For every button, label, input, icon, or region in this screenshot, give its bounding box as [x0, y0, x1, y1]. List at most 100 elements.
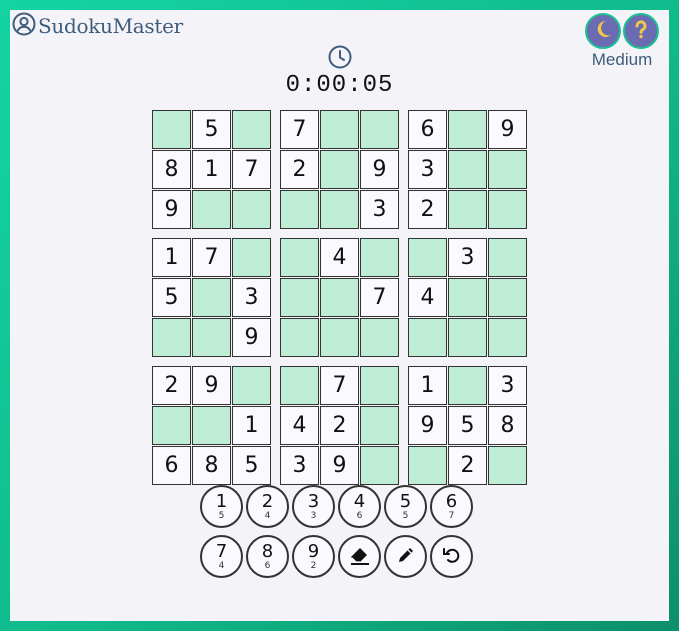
sudoku-cell-r1c1[interactable]: [152, 110, 191, 149]
sudoku-cell-r4c6[interactable]: [360, 238, 399, 277]
eraser-icon: [349, 545, 371, 569]
sudoku-cell-r9c7[interactable]: [408, 446, 447, 485]
sudoku-cell-r8c8[interactable]: 5: [448, 406, 487, 445]
digit-button-6[interactable]: 67: [430, 485, 473, 528]
sudoku-cell-r2c8[interactable]: [448, 150, 487, 189]
sudoku-cell-r4c7[interactable]: [408, 238, 447, 277]
undo-button[interactable]: [430, 535, 473, 578]
sudoku-cell-r7c1[interactable]: 2: [152, 366, 191, 405]
sudoku-cell-r3c6[interactable]: 3: [360, 190, 399, 229]
digit-button-3[interactable]: 33: [292, 485, 335, 528]
erase-button[interactable]: [338, 535, 381, 578]
digit-button-9[interactable]: 92: [292, 535, 335, 578]
pencil-button[interactable]: [384, 535, 427, 578]
brand[interactable]: SudokuMaster: [12, 12, 183, 40]
sudoku-cell-r9c3[interactable]: 5: [232, 446, 271, 485]
sudoku-cell-r5c9[interactable]: [488, 278, 527, 317]
digit-button-2[interactable]: 24: [246, 485, 289, 528]
sudoku-cell-r5c7[interactable]: 4: [408, 278, 447, 317]
sudoku-cell-r2c1[interactable]: 8: [152, 150, 191, 189]
sudoku-cell-r2c4[interactable]: 2: [280, 150, 319, 189]
sudoku-cell-r4c3[interactable]: [232, 238, 271, 277]
sudoku-cell-r6c7[interactable]: [408, 318, 447, 357]
sudoku-cell-r7c9[interactable]: 3: [488, 366, 527, 405]
sudoku-cell-r8c3[interactable]: 1: [232, 406, 271, 445]
digit-button-1[interactable]: 15: [200, 485, 243, 528]
sudoku-cell-r5c2[interactable]: [192, 278, 231, 317]
sudoku-cell-r9c2[interactable]: 8: [192, 446, 231, 485]
sudoku-cell-r3c5[interactable]: [320, 190, 359, 229]
sudoku-cell-r9c1[interactable]: 6: [152, 446, 191, 485]
sudoku-cell-r1c4[interactable]: 7: [280, 110, 319, 149]
sudoku-cell-r8c1[interactable]: [152, 406, 191, 445]
sudoku-cell-r3c1[interactable]: 9: [152, 190, 191, 229]
sudoku-cell-r1c7[interactable]: 6: [408, 110, 447, 149]
sudoku-cell-r1c3[interactable]: [232, 110, 271, 149]
sudoku-cell-r6c4[interactable]: [280, 318, 319, 357]
sudoku-cell-r3c9[interactable]: [488, 190, 527, 229]
sudoku-cell-r9c8[interactable]: 2: [448, 446, 487, 485]
sudoku-cell-r7c8[interactable]: [448, 366, 487, 405]
digit-label: 9: [307, 540, 320, 562]
sudoku-cell-r2c6[interactable]: 9: [360, 150, 399, 189]
timer-area: 0:00:05: [10, 44, 669, 99]
sudoku-cell-r4c5[interactable]: 4: [320, 238, 359, 277]
digit-button-8[interactable]: 86: [246, 535, 289, 578]
sudoku-cell-r5c8[interactable]: [448, 278, 487, 317]
sudoku-cell-r3c4[interactable]: [280, 190, 319, 229]
sudoku-cell-r7c6[interactable]: [360, 366, 399, 405]
user-circle-icon[interactable]: [12, 12, 36, 40]
sudoku-cell-r7c2[interactable]: 9: [192, 366, 231, 405]
sudoku-cell-r3c8[interactable]: [448, 190, 487, 229]
sudoku-cell-r8c4[interactable]: 4: [280, 406, 319, 445]
sudoku-cell-r2c9[interactable]: [488, 150, 527, 189]
sudoku-cell-r7c5[interactable]: 7: [320, 366, 359, 405]
sudoku-cell-r4c1[interactable]: 1: [152, 238, 191, 277]
sudoku-cell-r1c9[interactable]: 9: [488, 110, 527, 149]
digit-button-4[interactable]: 46: [338, 485, 381, 528]
digit-label: 1: [215, 490, 228, 512]
sudoku-cell-r5c3[interactable]: 3: [232, 278, 271, 317]
sudoku-cell-r2c7[interactable]: 3: [408, 150, 447, 189]
sudoku-cell-r5c4[interactable]: [280, 278, 319, 317]
sudoku-cell-r2c3[interactable]: 7: [232, 150, 271, 189]
sudoku-cell-r6c1[interactable]: [152, 318, 191, 357]
sudoku-cell-r3c3[interactable]: [232, 190, 271, 229]
sudoku-cell-r6c6[interactable]: [360, 318, 399, 357]
sudoku-cell-r5c5[interactable]: [320, 278, 359, 317]
sudoku-cell-r8c5[interactable]: 2: [320, 406, 359, 445]
sudoku-cell-r6c9[interactable]: [488, 318, 527, 357]
sudoku-cell-r7c7[interactable]: 1: [408, 366, 447, 405]
sudoku-cell-r9c4[interactable]: 3: [280, 446, 319, 485]
sudoku-cell-r9c5[interactable]: 9: [320, 446, 359, 485]
sudoku-cell-r1c2[interactable]: 5: [192, 110, 231, 149]
sudoku-cell-r7c4[interactable]: [280, 366, 319, 405]
sudoku-cell-r3c7[interactable]: 2: [408, 190, 447, 229]
sudoku-cell-r1c8[interactable]: [448, 110, 487, 149]
sudoku-cell-r9c6[interactable]: [360, 446, 399, 485]
sudoku-cell-r8c7[interactable]: 9: [408, 406, 447, 445]
sudoku-cell-r8c2[interactable]: [192, 406, 231, 445]
sudoku-cell-r6c2[interactable]: [192, 318, 231, 357]
sudoku-cell-r4c9[interactable]: [488, 238, 527, 277]
digit-button-5[interactable]: 55: [384, 485, 427, 528]
sudoku-cell-r6c5[interactable]: [320, 318, 359, 357]
sudoku-cell-r8c6[interactable]: [360, 406, 399, 445]
sudoku-cell-r4c4[interactable]: [280, 238, 319, 277]
sudoku-cell-r7c3[interactable]: [232, 366, 271, 405]
sudoku-cell-r2c2[interactable]: 1: [192, 150, 231, 189]
digit-button-7[interactable]: 74: [200, 535, 243, 578]
sudoku-cell-r5c1[interactable]: 5: [152, 278, 191, 317]
sudoku-cell-r6c3[interactable]: 9: [232, 318, 271, 357]
sudoku-cell-r2c5[interactable]: [320, 150, 359, 189]
sudoku-cell-r4c2[interactable]: 7: [192, 238, 231, 277]
sudoku-cell-r5c6[interactable]: 7: [360, 278, 399, 317]
sudoku-cell-r1c6[interactable]: [360, 110, 399, 149]
sudoku-cell-r4c8[interactable]: 3: [448, 238, 487, 277]
digit-remaining-count: 7: [448, 510, 455, 521]
sudoku-cell-r8c9[interactable]: 8: [488, 406, 527, 445]
sudoku-cell-r9c9[interactable]: [488, 446, 527, 485]
sudoku-cell-r1c5[interactable]: [320, 110, 359, 149]
sudoku-cell-r6c8[interactable]: [448, 318, 487, 357]
sudoku-cell-r3c2[interactable]: [192, 190, 231, 229]
